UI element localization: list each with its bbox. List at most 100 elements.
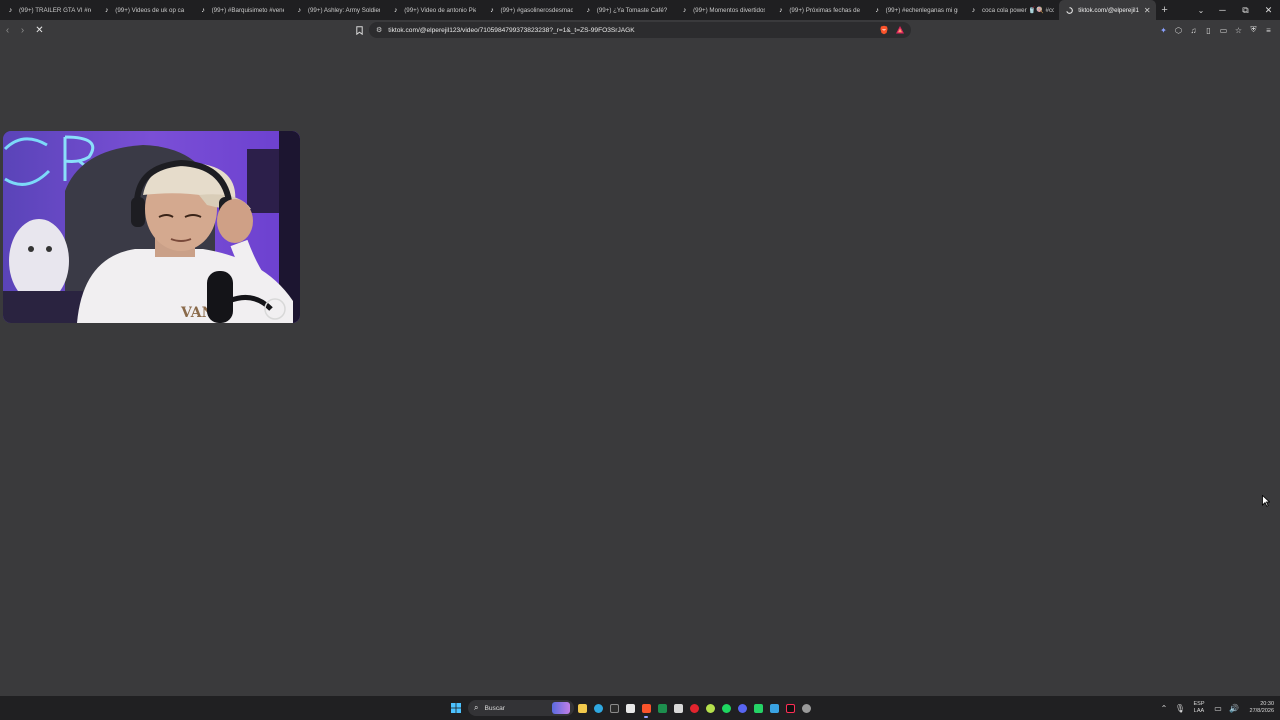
tiktok-icon: ♪ (105, 6, 109, 14)
tiktok-icon: ♪ (201, 6, 205, 14)
tab-item[interactable]: ♪ (99+) Próximas fechas de G (770, 0, 866, 20)
toolbar-actions: ✦ ⬡ ♫ ▯ ▭ ☆ ⛨ ≡ (1156, 20, 1276, 40)
excel-icon[interactable] (654, 696, 670, 720)
minimize-button[interactable]: ─ (1211, 0, 1234, 20)
tiktok-icon: ♪ (393, 6, 398, 14)
clock-date: 27/8/2026 (1249, 708, 1274, 714)
vpn-shield-icon[interactable]: ⛨ (1246, 20, 1261, 40)
stop-loading-icon[interactable]: ✕ (32, 20, 47, 40)
sidebar-icon[interactable]: ▯ (1201, 20, 1216, 40)
tab-item[interactable]: ♪ (99+) Video de antonio Pie (385, 0, 481, 20)
tab-item[interactable]: ♪ (99+) #gasolinerosdesmad (481, 0, 577, 20)
loading-icon (1066, 6, 1074, 14)
chevron-up-icon[interactable]: ⌃ (1156, 696, 1172, 720)
opera-icon[interactable] (686, 696, 702, 720)
app-window-icon[interactable] (670, 696, 686, 720)
tab-item[interactable]: ♪ (99+) Momentos divertidos (674, 0, 770, 20)
terminal-icon[interactable] (606, 696, 622, 720)
edge-browser-icon[interactable] (590, 696, 606, 720)
system-clock[interactable]: 20:30 27/8/2026 (1242, 701, 1274, 715)
tab-title: (99+) Próximas fechas de G (789, 6, 862, 14)
file-explorer-icon[interactable] (574, 696, 590, 720)
tab-item[interactable]: ♪ (99+) ¿Ya Tomaste Café? Es (578, 0, 674, 20)
tab-title: coca cola power 🥤🍭 #cc (981, 7, 1055, 14)
checklist-icon[interactable] (766, 696, 782, 720)
address-bar[interactable]: ⚙ tiktok.com/@elperejil123/video/7105984… (369, 22, 911, 38)
tab-title: (99+) #gasolinerosdesmad (500, 6, 573, 14)
tab-strip: ♪ (99+) TRÁILER GTA VI #reel ♪ (99+) Video… (0, 0, 1280, 20)
tab-search-button[interactable]: ⌄ (1191, 0, 1211, 20)
tab-item[interactable]: ♪ (99+) Ashley: Army Soldier (289, 0, 385, 20)
browser-toolbar: ‹ › ✕ ⚙ tiktok.com/@elperejil123/video/7… (0, 20, 1280, 40)
settings-gear-icon[interactable] (798, 696, 814, 720)
tiktok-icon: ♪ (875, 6, 879, 14)
url-text[interactable]: tiktok.com/@elperejil123/video/710598479… (388, 27, 879, 34)
mouse-cursor (1262, 494, 1271, 507)
tiktok-icon: ♪ (682, 6, 687, 14)
tab-title: (99+) Ashley: Army Soldier (307, 6, 381, 14)
menu-icon[interactable]: ≡ (1261, 20, 1276, 40)
store-icon[interactable] (622, 696, 638, 720)
volume-icon[interactable]: 🔊 (1226, 696, 1242, 720)
system-tray: ⌃ 🎙 ESP LAA ▭ 🔊 20:30 27/8/2026 (1156, 696, 1276, 720)
media-music-icon[interactable]: ♫ (1186, 20, 1201, 40)
display-icon[interactable]: ▭ (1210, 696, 1226, 720)
favorites-icon[interactable]: ☆ (1231, 20, 1246, 40)
new-tab-button[interactable]: + (1156, 4, 1174, 16)
tab-title: tiktok.com/@elperejil1 (1078, 6, 1139, 14)
discord-icon[interactable] (734, 696, 750, 720)
tab-item[interactable]: ♪ (99+) #echenleganas mi gr (867, 0, 963, 20)
taskbar-apps: ⌕ Buscar (448, 696, 814, 720)
language-code: ESP (1193, 701, 1205, 707)
tiktok-icon: ♪ (586, 6, 591, 14)
whatsapp-icon[interactable] (750, 696, 766, 720)
extensions-icon[interactable]: ⬡ (1171, 20, 1186, 40)
tiktok-icon: ♪ (297, 6, 302, 14)
video-frame: VANS (3, 131, 300, 323)
brave-browser-icon[interactable] (638, 696, 654, 720)
tab-title: (99+) #echenleganas mi gr (885, 6, 958, 14)
wallet-icon[interactable]: ▭ (1216, 20, 1231, 40)
tab-title: (99+) TRÁILER GTA VI #reel (19, 6, 92, 14)
video-player[interactable]: VANS (3, 131, 300, 323)
back-icon[interactable]: ‹ (0, 20, 15, 40)
tab-item[interactable]: ♪ (99+) #Barquisimeto #vene (193, 0, 289, 20)
tab-item[interactable]: ♪ coca cola power 🥤🍭 #cc (963, 0, 1059, 20)
close-window-button[interactable]: ✕ (1257, 0, 1280, 20)
brave-rewards-icon[interactable] (895, 25, 905, 35)
start-button-icon[interactable] (448, 696, 464, 720)
microphone-icon[interactable]: 🎙 (1172, 696, 1188, 720)
tab-title: (99+) Video de antonio Pie (404, 6, 477, 14)
search-highlight-image (552, 702, 570, 714)
spotify-icon[interactable] (718, 696, 734, 720)
language-region: LAA (1193, 708, 1205, 714)
leo-ai-icon[interactable]: ✦ (1156, 20, 1171, 40)
page-content: VANS (0, 40, 1280, 696)
tab-title: (99+) Videos de uk op ca (115, 6, 185, 14)
tab-title: (99+) ¿Ya Tomaste Café? Es (596, 6, 670, 14)
tab-list: ♪ (99+) TRÁILER GTA VI #reel ♪ (99+) Video… (0, 0, 1156, 20)
windows-taskbar: ⌕ Buscar ⌃ 🎙 ESP LAA ▭ 🔊 20:30 27/8/2026 (0, 696, 1280, 720)
tab-title: (99+) #Barquisimeto #vene (211, 6, 284, 14)
tab-item-active[interactable]: tiktok.com/@elperejil1 ✕ (1059, 0, 1156, 20)
tiktok-icon[interactable] (782, 696, 798, 720)
tiktok-icon: ♪ (971, 6, 976, 14)
tab-title: (99+) Momentos divertidos (693, 6, 766, 14)
tab-item[interactable]: ♪ (99+) Videos de uk op ca (96, 0, 192, 20)
tiktok-icon: ♪ (490, 6, 494, 14)
forward-icon[interactable]: › (15, 20, 30, 40)
bookmark-icon[interactable] (353, 23, 365, 37)
search-icon: ⌕ (474, 703, 479, 712)
search-placeholder: Buscar (484, 704, 506, 712)
lime-app-icon[interactable] (702, 696, 718, 720)
window-controls: ⌄ ─ ⧉ ✕ (1191, 0, 1280, 20)
site-settings-icon[interactable]: ⚙ (376, 26, 382, 34)
tab-close-icon[interactable]: ✕ (1144, 6, 1151, 15)
brave-shields-icon[interactable] (879, 25, 889, 35)
input-language[interactable]: ESP LAA (1188, 701, 1210, 715)
tiktok-icon: ♪ (779, 6, 783, 14)
tiktok-icon: ♪ (8, 6, 13, 14)
taskbar-search[interactable]: ⌕ Buscar (468, 700, 574, 716)
tab-item[interactable]: ♪ (99+) TRÁILER GTA VI #reel (0, 0, 96, 20)
maximize-button[interactable]: ⧉ (1234, 0, 1257, 20)
